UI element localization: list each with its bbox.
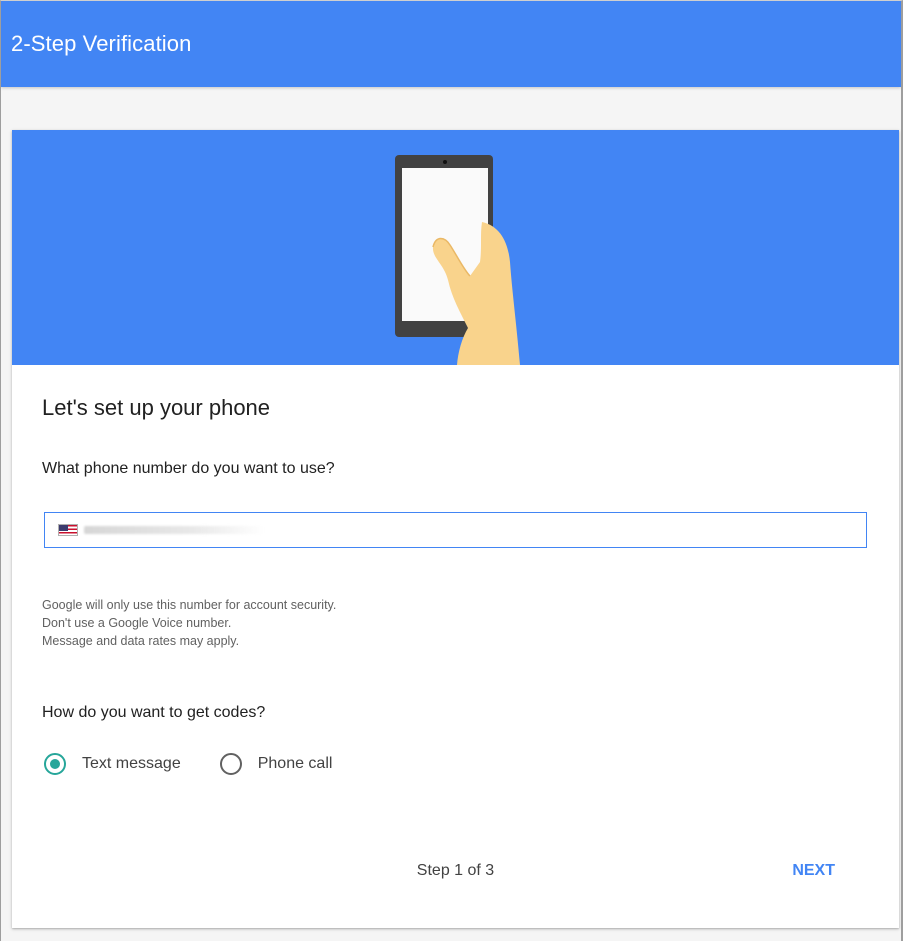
app-bar: 2-Step Verification [1, 1, 901, 87]
disclaimer-line: Don't use a Google Voice number. [42, 616, 232, 630]
next-button[interactable]: NEXT [778, 852, 849, 890]
text-message-option[interactable]: Text message [44, 753, 181, 775]
app-window: 2-Step Verification Let's set up your ph… [0, 0, 903, 941]
phone-disclaimer: Google will only use this number for acc… [42, 596, 336, 650]
step-indicator: Step 1 of 3 [416, 862, 495, 879]
page-title: 2-Step Verification [11, 31, 192, 56]
text-message-label: Text message [82, 755, 181, 772]
radio-button-unselected[interactable] [219, 753, 242, 775]
hero-banner [12, 130, 899, 365]
disclaimer-line: Google will only use this number for acc… [42, 598, 337, 612]
setup-card: Let's set up your phone What phone numbe… [12, 130, 899, 928]
disclaimer-line: Message and data rates may apply. [42, 634, 240, 648]
phone-number-question: What phone number do you want to use? [42, 460, 335, 477]
code-delivery-question: How do you want to get codes? [42, 704, 266, 721]
code-delivery-options: Text message Phone call [44, 753, 371, 775]
radio-button-selected[interactable] [44, 753, 66, 775]
hand-holding-phone-illustration [395, 155, 520, 365]
phone-call-option[interactable]: Phone call [219, 753, 333, 775]
phone-number-field[interactable] [44, 512, 867, 548]
phone-call-label: Phone call [257, 755, 333, 772]
card-title: Let's set up your phone [42, 395, 271, 420]
phone-number-input[interactable] [45, 513, 866, 547]
